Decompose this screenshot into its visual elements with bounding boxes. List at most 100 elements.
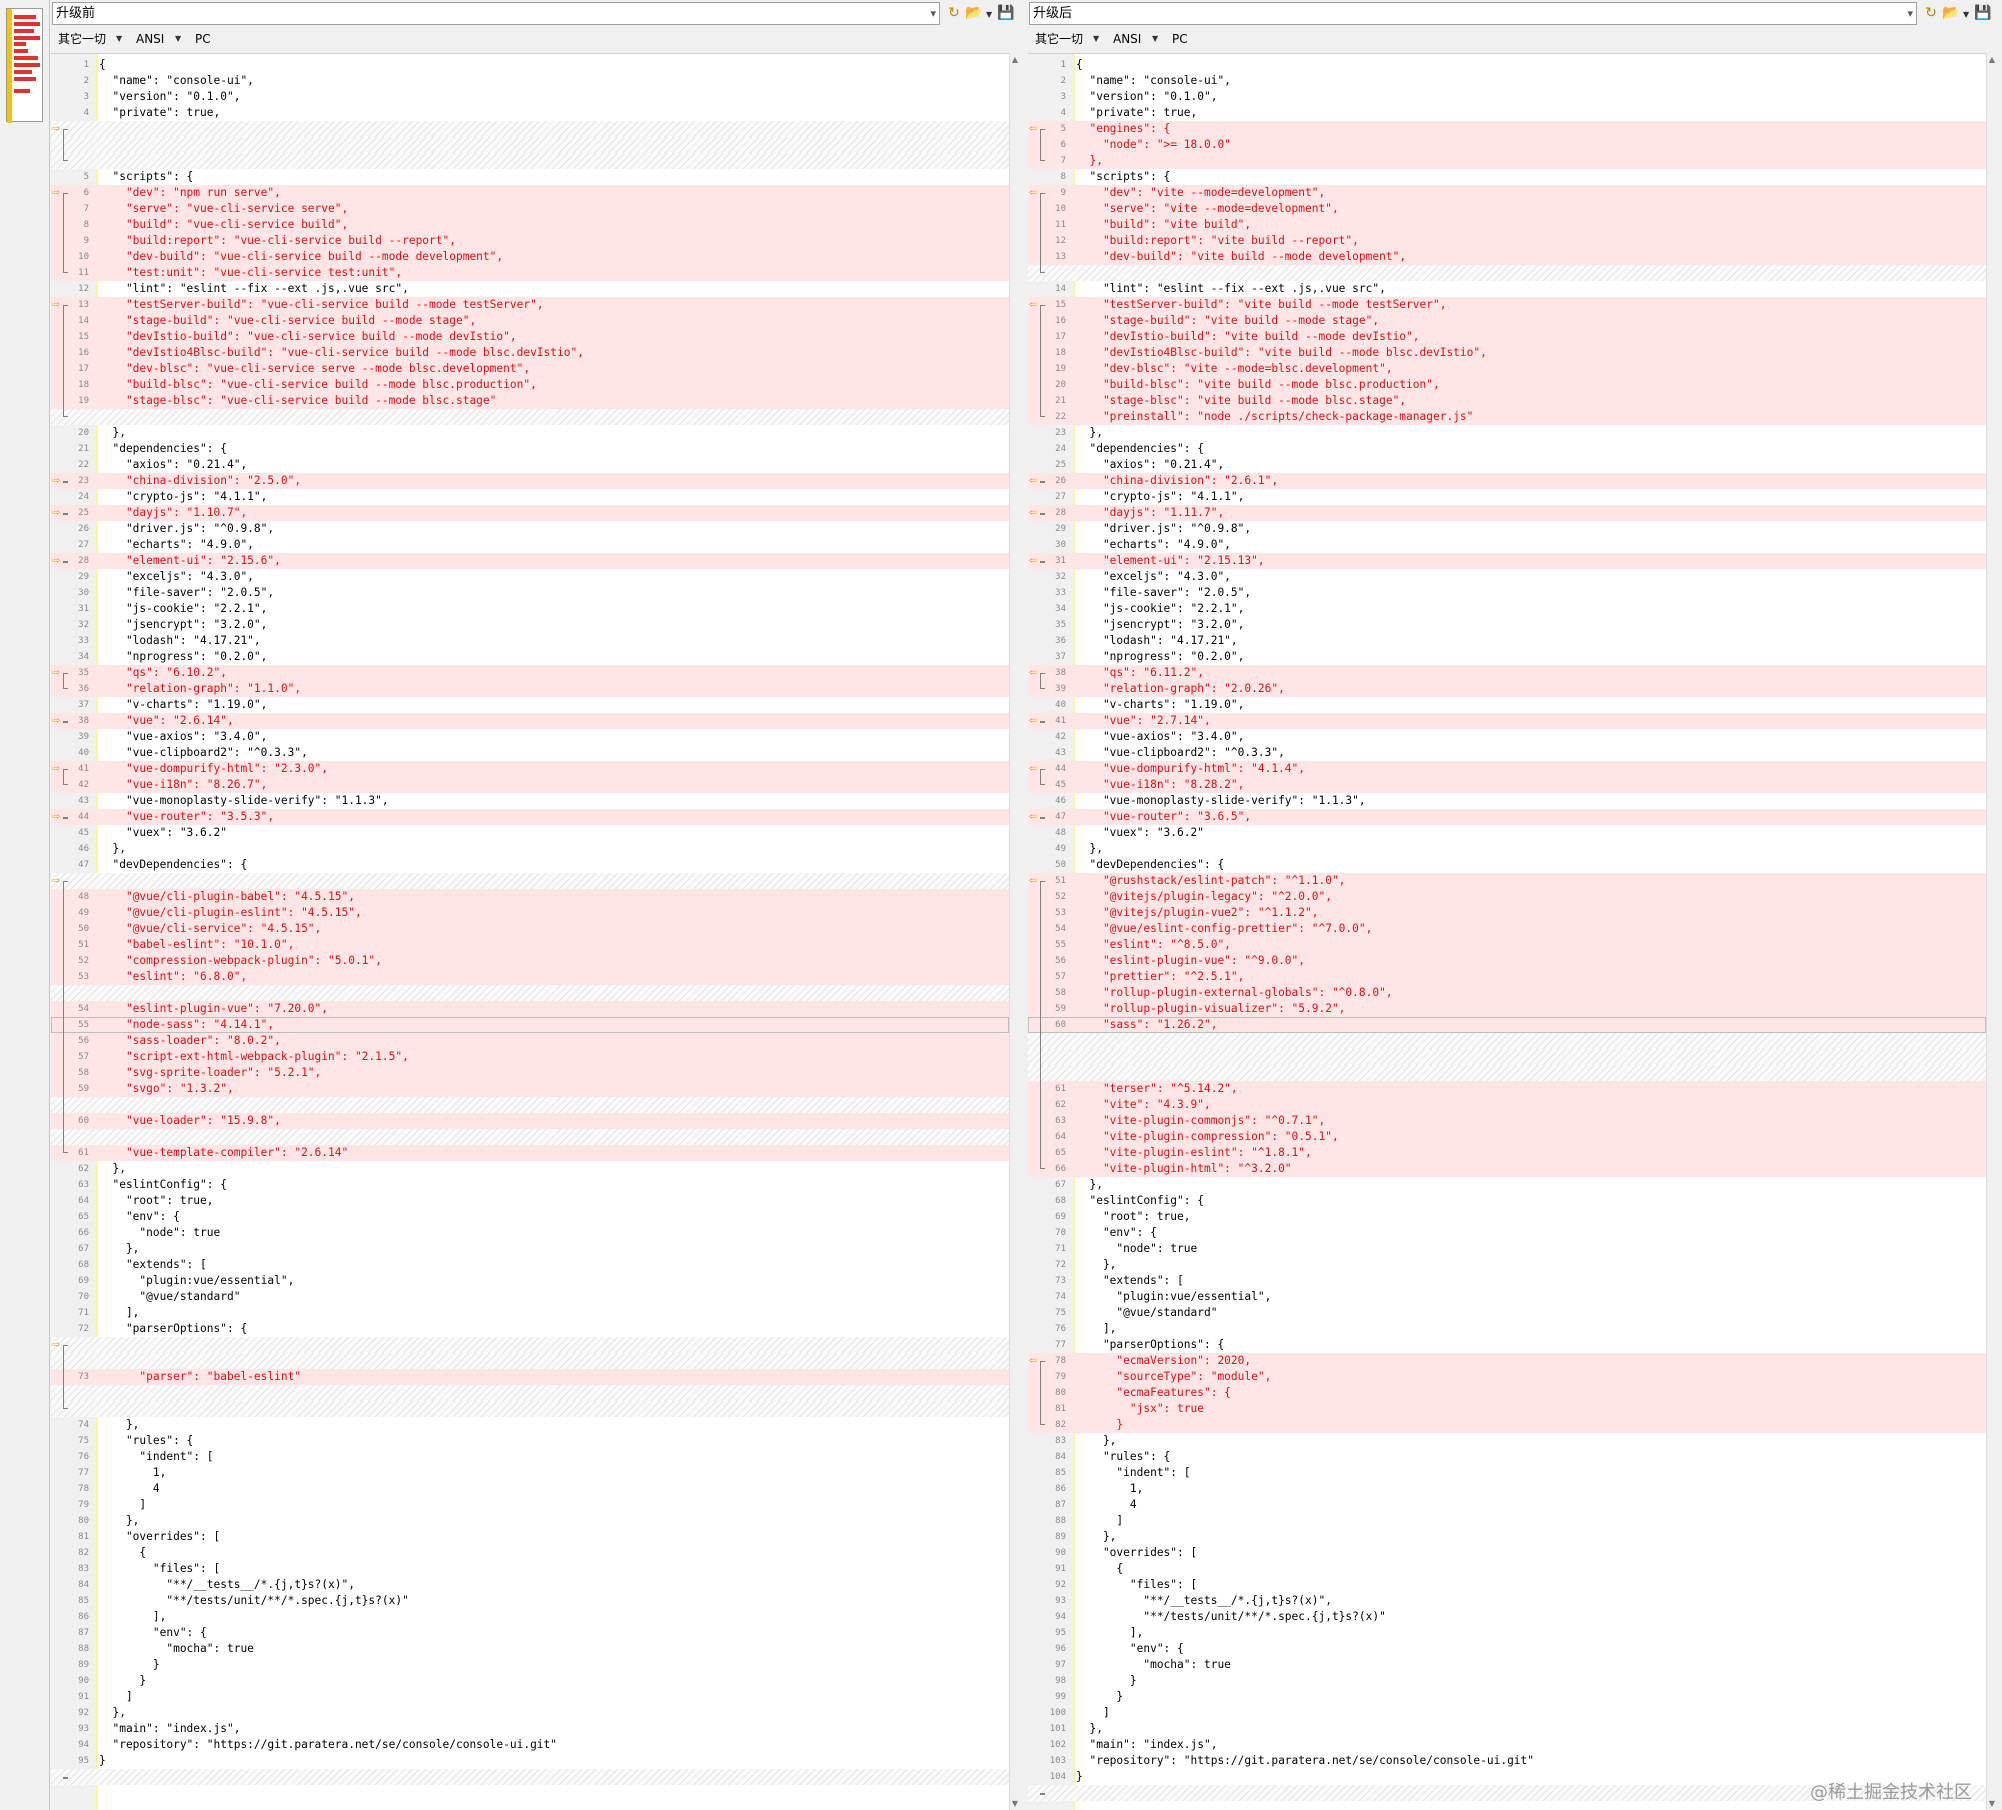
code-line[interactable]: 77 1, [51, 1465, 1009, 1481]
diff-changed-line[interactable]: ⇨ 41 "vue-dompurify-html": "2.3.0", [51, 761, 1009, 777]
code-line[interactable]: 78 4 [51, 1481, 1009, 1497]
copy-right-arrow-icon[interactable]: ⇨ [52, 1337, 60, 1353]
diff-changed-line[interactable]: 54 "@vue/eslint-config-prettier": "^7.0.… [1028, 921, 1986, 937]
code-line[interactable]: 95 ], [1028, 1625, 1986, 1641]
diff-changed-line[interactable]: 18 "build-blsc": "vue-cli-service build … [51, 377, 1009, 393]
diff-gap-line[interactable] [51, 1385, 1009, 1401]
code-line[interactable]: 71 ], [51, 1305, 1009, 1321]
code-line[interactable]: 94 "**/tests/unit/**/*.spec.{j,t}s?(x)" [1028, 1609, 1986, 1625]
diff-changed-line[interactable]: 54 "eslint-plugin-vue": "7.20.0", [51, 1001, 1009, 1017]
diff-changed-line[interactable]: ⇦ 15 "testServer-build": "vite build --mo… [1028, 297, 1986, 313]
code-line[interactable]: 91 ] [51, 1689, 1009, 1705]
diff-changed-line[interactable]: 18 "devIstio4Blsc-build": "vite build --… [1028, 345, 1986, 361]
code-line[interactable]: 72 }, [1028, 1257, 1986, 1273]
diff-changed-line[interactable]: 20 "build-blsc": "vite build --mode blsc… [1028, 377, 1986, 393]
diff-changed-line[interactable]: 13 "dev-build": "vite build --mode devel… [1028, 249, 1986, 265]
code-line[interactable]: 85 "**/tests/unit/**/*.spec.{j,t}s?(x)" [51, 1593, 1009, 1609]
code-line[interactable]: 63 "eslintConfig": { [51, 1177, 1009, 1193]
diff-changed-line[interactable]: 7 }, [1028, 153, 1986, 169]
code-line[interactable]: 25 "axios": "0.21.4", [1028, 457, 1986, 473]
code-line[interactable]: 77 "parserOptions": { [1028, 1337, 1986, 1353]
diff-changed-line[interactable]: 17 "dev-blsc": "vue-cli-service serve --… [51, 361, 1009, 377]
diff-changed-line[interactable]: 61 "vue-template-compiler": "2.6.14" [51, 1145, 1009, 1161]
left-path-combo[interactable]: 升级前 ▾ [52, 2, 940, 25]
chevron-down-icon[interactable]: ▼ [116, 29, 122, 49]
code-line[interactable]: 33 "lodash": "4.17.21", [51, 633, 1009, 649]
diff-changed-line[interactable]: 53 "@vitejs/plugin-vue2": "^1.1.2", [1028, 905, 1986, 921]
right-whitespace-setting[interactable]: 其它一切 [1035, 29, 1083, 49]
diff-changed-line[interactable]: ⇨ 35 "qs": "6.10.2", [51, 665, 1009, 681]
code-line[interactable]: 34 "nprogress": "0.2.0", [51, 649, 1009, 665]
code-line[interactable]: 69 "root": true, [1028, 1209, 1986, 1225]
diff-changed-line[interactable]: 36 "relation-graph": "1.1.0", [51, 681, 1009, 697]
diff-changed-line[interactable]: 60 "vue-loader": "15.9.8", [51, 1113, 1009, 1129]
diff-changed-line[interactable]: 58 "rollup-plugin-external-globals": "^0… [1028, 985, 1986, 1001]
code-line[interactable]: 88 ] [1028, 1513, 1986, 1529]
diff-changed-line[interactable]: 19 "dev-blsc": "vite --mode=blsc.develop… [1028, 361, 1986, 377]
chevron-down-icon[interactable]: ▼ [1963, 10, 1969, 19]
code-line[interactable]: 89 } [51, 1657, 1009, 1673]
diff-changed-line[interactable]: 51 "babel-eslint": "10.1.0", [51, 937, 1009, 953]
folder-open-icon[interactable]: 📂 [964, 3, 984, 23]
code-line[interactable]: 79 ] [51, 1497, 1009, 1513]
code-line[interactable]: 73 "extends": [ [1028, 1273, 1986, 1289]
right-line-ending-setting[interactable]: PC [1172, 29, 1188, 49]
code-line[interactable]: 70 "env": { [1028, 1225, 1986, 1241]
refresh-icon[interactable]: ↻ [944, 3, 964, 23]
diff-gap-line[interactable] [51, 1129, 1009, 1145]
code-line[interactable]: 37 "v-charts": "1.19.0", [51, 697, 1009, 713]
code-line[interactable]: 46 }, [51, 841, 1009, 857]
left-vertical-scrollbar[interactable]: ▲ ▼ [1009, 53, 1019, 1810]
code-line[interactable]: 31 "js-cookie": "2.2.1", [51, 601, 1009, 617]
diff-changed-line[interactable]: 10 "dev-build": "vue-cli-service build -… [51, 249, 1009, 265]
diff-gap-line[interactable] [51, 1401, 1009, 1417]
diff-changed-line[interactable]: 15 "devIstio-build": "vue-cli-service bu… [51, 329, 1009, 345]
code-line[interactable]: 47 "devDependencies": { [51, 857, 1009, 873]
diff-changed-line[interactable]: ⇦ 28 "dayjs": "1.11.7", [1028, 505, 1986, 521]
code-line[interactable]: 1{ [1028, 57, 1986, 73]
diff-changed-line[interactable]: 79 "sourceType": "module", [1028, 1369, 1986, 1385]
code-line[interactable]: 76 "indent": [ [51, 1449, 1009, 1465]
diff-changed-line[interactable]: 81 "jsx": true [1028, 1401, 1986, 1417]
code-line[interactable]: 4 "private": true, [1028, 105, 1986, 121]
code-line[interactable]: 70 "@vue/standard" [51, 1289, 1009, 1305]
save-icon[interactable]: 💾 [996, 3, 1016, 23]
code-line[interactable]: 86 1, [1028, 1481, 1986, 1497]
diff-changed-line[interactable]: 56 "sass-loader": "8.0.2", [51, 1033, 1009, 1049]
refresh-icon[interactable]: ↻ [1921, 3, 1941, 23]
code-line[interactable]: 1{ [51, 57, 1009, 73]
code-line[interactable]: 93 "main": "index.js", [51, 1721, 1009, 1737]
code-line[interactable]: 32 "exceljs": "4.3.0", [1028, 569, 1986, 585]
code-line[interactable]: 27 "crypto-js": "4.1.1", [1028, 489, 1986, 505]
code-line[interactable]: 8 "scripts": { [1028, 169, 1986, 185]
diff-changed-line[interactable]: 9 "build:report": "vue-cli-service build… [51, 233, 1009, 249]
code-line[interactable]: 26 "driver.js": "^0.9.8", [51, 521, 1009, 537]
diff-changed-line[interactable]: 65 "vite-plugin-eslint": "^1.8.1", [1028, 1145, 1986, 1161]
diff-changed-line[interactable]: 16 "devIstio4Blsc-build": "vue-cli-servi… [51, 345, 1009, 361]
diff-changed-line[interactable]: 42 "vue-i18n": "8.26.7", [51, 777, 1009, 793]
diff-changed-line[interactable]: 21 "stage-blsc": "vite build --mode blsc… [1028, 393, 1986, 409]
code-line[interactable]: 43 "vue-clipboard2": "^0.3.3", [1028, 745, 1986, 761]
diff-changed-line[interactable]: 50 "@vue/cli-service": "4.5.15", [51, 921, 1009, 937]
code-line[interactable]: 96 "env": { [1028, 1641, 1986, 1657]
code-line[interactable]: 48 "vuex": "3.6.2" [1028, 825, 1986, 841]
right-code-view[interactable]: 1{2 "name": "console-ui", 3 "version": "0… [1028, 53, 1986, 1810]
diff-gap-line[interactable] [51, 1353, 1009, 1369]
diff-changed-line[interactable]: 48 "@vue/cli-plugin-babel": "4.5.15", [51, 889, 1009, 905]
diff-changed-line[interactable]: 66 "vite-plugin-html": "^3.2.0" [1028, 1161, 1986, 1177]
diff-changed-line[interactable]: 49 "@vue/cli-plugin-eslint": "4.5.15", [51, 905, 1009, 921]
code-line[interactable]: 87 "env": { [51, 1625, 1009, 1641]
diff-changed-line[interactable]: 16 "stage-build": "vite build --mode sta… [1028, 313, 1986, 329]
diff-gap-line[interactable]: ⇨ [51, 121, 1009, 137]
code-line[interactable]: 45 "vuex": "3.6.2" [51, 825, 1009, 841]
code-line[interactable]: 42 "vue-axios": "3.4.0", [1028, 729, 1986, 745]
diff-changed-line[interactable]: 60 "sass": "1.26.2", [1028, 1017, 1986, 1033]
diff-changed-line[interactable]: 10 "serve": "vite --mode=development", [1028, 201, 1986, 217]
diff-changed-line[interactable]: 57 "prettier": "^2.5.1", [1028, 969, 1986, 985]
code-line[interactable]: 83 }, [1028, 1433, 1986, 1449]
scroll-down-icon[interactable]: ▼ [1010, 1799, 1020, 1808]
diff-changed-line[interactable]: 6 "node": ">= 18.0.0" [1028, 137, 1986, 153]
diff-overview-map[interactable] [6, 8, 43, 123]
code-line[interactable]: 20 }, [51, 425, 1009, 441]
code-line[interactable]: 68 "extends": [ [51, 1257, 1009, 1273]
